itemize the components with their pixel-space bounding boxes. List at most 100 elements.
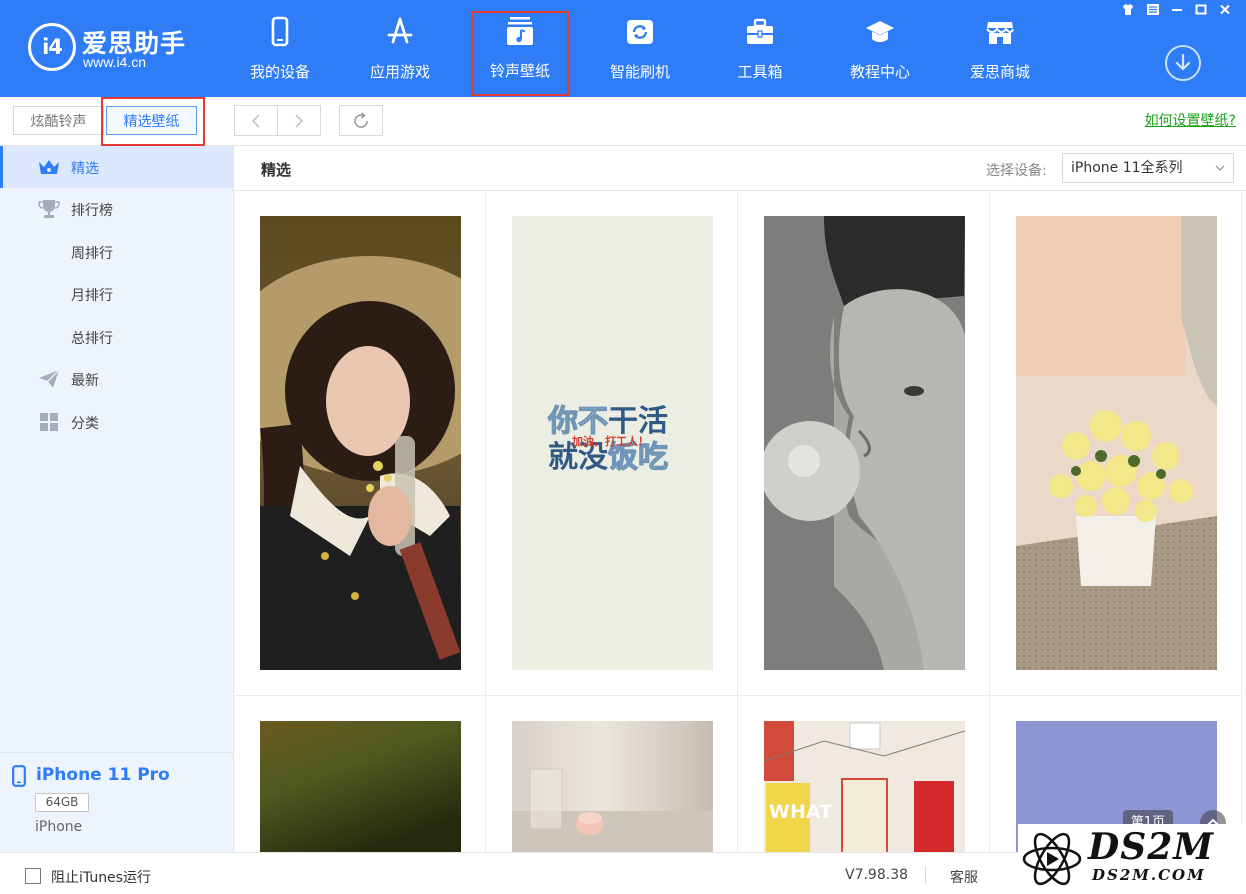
version-label: V7.98.38 — [845, 867, 909, 883]
sidebar-item-label: 分类 — [71, 416, 99, 432]
maximize-button[interactable] — [1190, 0, 1212, 18]
minimize-button[interactable] — [1166, 0, 1188, 18]
how-to-set-wallpaper-link[interactable]: 如何设置壁纸? — [1145, 110, 1236, 130]
poster-small-text: 加油，打工人！ — [572, 435, 649, 448]
atom-logo-icon — [1022, 832, 1082, 886]
wallpaper-grid: 你不干活 就没饭吃 加油，打工人！ WHAT — [234, 191, 1246, 852]
maximize-icon — [1195, 4, 1207, 14]
wallpaper-cell[interactable] — [234, 696, 486, 852]
nav-toolbox[interactable]: 工具箱 — [713, 14, 807, 94]
customer-service-link[interactable]: 客服 — [950, 867, 978, 887]
glass-candle-image — [512, 768, 713, 852]
store-icon — [986, 22, 1014, 44]
chevron-right-icon — [295, 113, 304, 128]
minimize-icon — [1172, 8, 1182, 11]
toolbox-icon — [747, 18, 773, 44]
poster-wall-image — [764, 721, 965, 852]
close-icon — [1220, 4, 1230, 14]
block-itunes-label: 阻止iTunes运行 — [51, 870, 151, 886]
sidebar-item-label: 最新 — [71, 373, 99, 389]
back-button[interactable] — [234, 105, 278, 136]
wallpaper-cell[interactable]: 你不干活 就没饭吃 加油，打工人！ — [486, 191, 738, 696]
device-capacity: 64GB — [35, 793, 89, 812]
wallpaper-cell[interactable] — [234, 191, 486, 696]
app-store-icon — [387, 17, 413, 44]
tab-ringtones[interactable]: 炫酷铃声 — [13, 106, 104, 135]
block-itunes-checkbox[interactable] — [25, 868, 41, 884]
sidebar-item-categories[interactable]: 分类 — [0, 401, 233, 443]
wallpaper-thumbnail-dark-green[interactable] — [260, 721, 461, 852]
bubblegum-man-image — [764, 216, 965, 670]
wallpaper-thumbnail-text-poster[interactable]: 你不干活 就没饭吃 加油，打工人！ — [512, 216, 713, 670]
nav-label: 应用游戏 — [369, 63, 430, 81]
watermark: DS2M DS2M.COM — [1018, 824, 1246, 894]
sidebar-item-monthly-ranking[interactable]: 月排行 — [0, 273, 233, 315]
close-button[interactable] — [1214, 0, 1236, 18]
top-navigation-bar: i4 爱思助手 www.i4.cn 我的设备 应用游戏 铃声壁纸 智能刷机 工具… — [0, 0, 1246, 97]
list-icon — [1147, 3, 1159, 15]
download-arrow-icon — [1175, 53, 1191, 71]
nav-apps-games[interactable]: 应用游戏 — [353, 14, 447, 94]
wallpaper-cell[interactable] — [738, 191, 990, 696]
watermark-sub-text: DS2M.COM — [1092, 866, 1206, 884]
lily-flowers-image — [1016, 216, 1217, 670]
refresh-box-icon — [627, 20, 653, 44]
device-select-value: iPhone 11全系列 — [1071, 160, 1183, 176]
logo-badge: i4 — [28, 23, 76, 71]
nav-i4-store[interactable]: 爱思商城 — [953, 14, 1047, 94]
sidebar-item-label: 排行榜 — [71, 203, 113, 219]
refresh-icon — [354, 111, 368, 128]
page-title: 精选 — [261, 161, 292, 179]
wallpaper-thumbnail-bubblegum-man[interactable] — [764, 216, 965, 670]
wallpaper-cell[interactable] — [486, 696, 738, 852]
wallpaper-thumbnail-girl-hat[interactable] — [260, 216, 461, 670]
watermark-main-text: DS2M — [1088, 826, 1215, 868]
skin-button[interactable] — [1117, 0, 1139, 18]
wallpaper-thumbnail-glass-candle[interactable] — [512, 721, 713, 852]
sidebar: 精选 排行榜 周排行 月排行 总排行 最新 分类 — [0, 146, 234, 852]
download-button[interactable] — [1165, 45, 1201, 81]
sidebar-item-label: 精选 — [71, 161, 99, 177]
nav-label: 工具箱 — [737, 63, 783, 81]
refresh-button[interactable] — [339, 105, 383, 136]
shirt-icon — [1123, 3, 1133, 15]
brand-url: www.i4.cn — [83, 54, 147, 70]
wallpaper-thumbnail-poster-wall[interactable]: WHAT — [764, 721, 965, 852]
grid-icon — [40, 413, 58, 431]
girl-with-hat-image — [260, 216, 461, 670]
sidebar-item-label: 月排行 — [71, 288, 113, 304]
sidebar-item-featured[interactable]: 精选 — [0, 146, 233, 188]
device-name: iPhone 11 Pro — [36, 765, 170, 785]
paper-plane-icon — [39, 369, 60, 388]
device-select[interactable]: iPhone 11全系列 — [1062, 153, 1234, 183]
nav-ringtones-wallpapers[interactable]: 铃声壁纸 — [471, 11, 569, 96]
sidebar-item-total-ranking[interactable]: 总排行 — [0, 316, 233, 358]
sidebar-item-weekly-ranking[interactable]: 周排行 — [0, 231, 233, 273]
device-select-label: 选择设备: — [986, 163, 1047, 179]
graduation-cap-icon — [866, 21, 894, 42]
chevron-left-icon — [251, 113, 260, 128]
device-type: iPhone — [35, 819, 83, 835]
forward-button[interactable] — [277, 105, 321, 136]
content-header: 精选 选择设备: iPhone 11全系列 — [234, 146, 1246, 191]
nav-label: 我的设备 — [249, 63, 310, 81]
nav-label: 智能刷机 — [609, 63, 670, 81]
nav-smart-flash[interactable]: 智能刷机 — [593, 14, 687, 94]
nav-tutorial-center[interactable]: 教程中心 — [833, 14, 927, 94]
nav-label: 爱思商城 — [969, 63, 1030, 81]
chevron-down-icon — [1215, 165, 1225, 171]
wallpaper-cell[interactable] — [990, 191, 1242, 696]
sidebar-item-latest[interactable]: 最新 — [0, 358, 233, 400]
sidebar-item-ranking[interactable]: 排行榜 — [0, 188, 233, 230]
nav-label: 教程中心 — [849, 63, 910, 81]
nav-my-device[interactable]: 我的设备 — [233, 14, 327, 94]
sidebar-item-label: 总排行 — [71, 331, 113, 347]
status-divider — [925, 866, 926, 884]
connected-device-panel[interactable]: iPhone 11 Pro 64GB iPhone — [0, 752, 234, 852]
wallpaper-cell[interactable]: WHAT — [738, 696, 990, 852]
highlight-box — [101, 97, 205, 146]
music-note-icon — [507, 17, 533, 45]
app-logo[interactable]: i4 爱思助手 www.i4.cn — [28, 22, 208, 74]
wallpaper-thumbnail-lily-flowers[interactable] — [1016, 216, 1217, 670]
menu-button[interactable] — [1142, 0, 1164, 18]
